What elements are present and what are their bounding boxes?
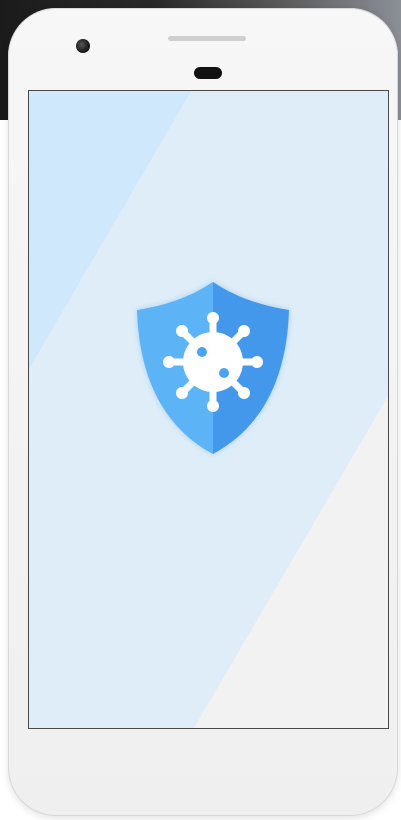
earpiece-speaker — [168, 36, 246, 41]
phone-frame — [8, 8, 398, 816]
proximity-sensor — [194, 67, 222, 79]
front-camera-icon — [76, 39, 90, 53]
splash-screen — [28, 90, 389, 729]
shield-virus-icon — [137, 282, 289, 454]
